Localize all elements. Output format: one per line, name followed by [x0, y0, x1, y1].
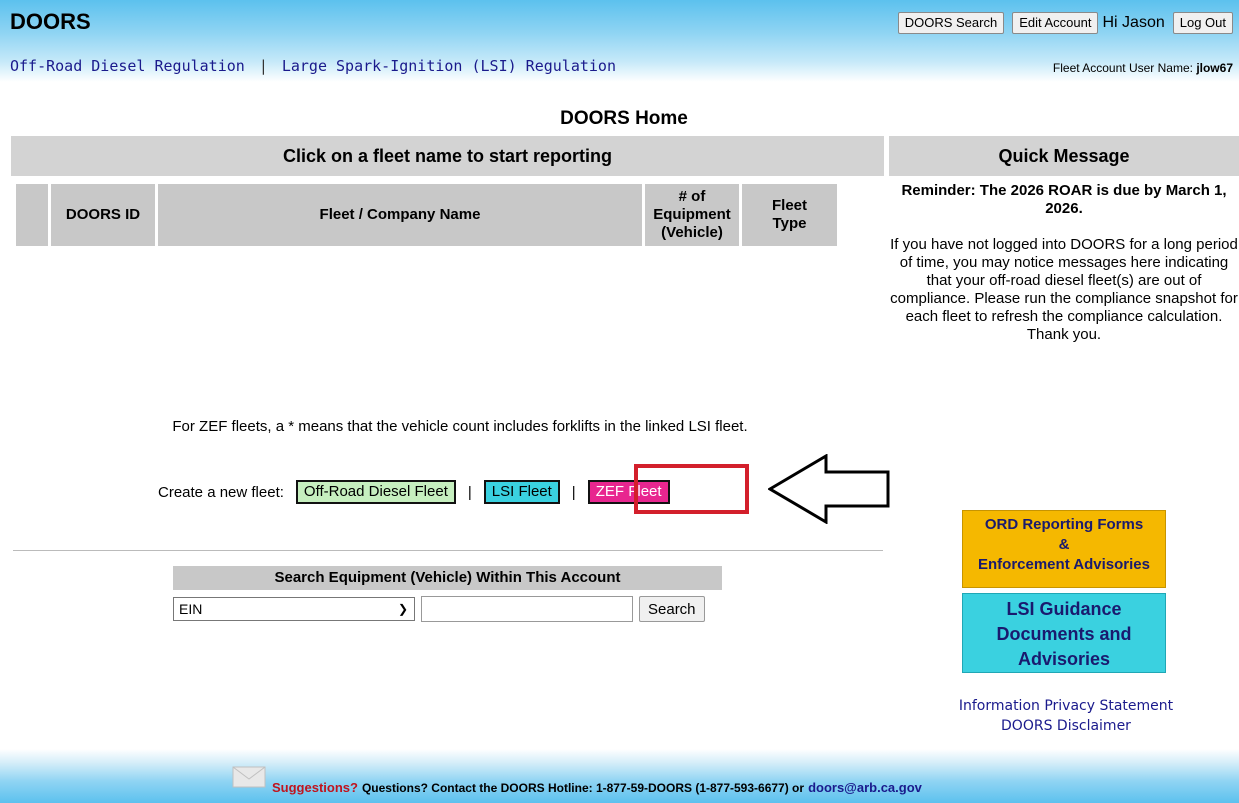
- equipment-count-header-line: (Vehicle): [661, 224, 723, 241]
- lsi-button-line: Documents and: [996, 624, 1132, 644]
- suggestions-link[interactable]: Suggestions?: [272, 780, 358, 795]
- create-fleet-row: Create a new fleet: Off-Road Diesel Flee…: [158, 480, 670, 504]
- fleet-type-header: Fleet Type: [742, 184, 837, 246]
- lsi-button-line: LSI Guidance: [1006, 599, 1122, 619]
- search-button[interactable]: Search: [639, 596, 705, 622]
- ord-button-line: Enforcement Advisories: [978, 556, 1150, 573]
- user-greeting: Hi Jason: [1102, 14, 1165, 31]
- app-logo: DOORS: [10, 9, 91, 34]
- chevron-down-icon: ❯: [397, 602, 408, 616]
- fleet-account-username: Fleet Account User Name: jlow67: [1053, 61, 1233, 75]
- quick-message: Reminder: The 2026 ROAR is due by March …: [889, 182, 1239, 344]
- header-actions: DOORS Search Edit Account Hi Jason Log O…: [890, 12, 1233, 34]
- regulation-nav: Off-Road Diesel Regulation | Large Spark-I…: [10, 57, 616, 75]
- username-label: Fleet Account User Name:: [1052, 61, 1193, 75]
- username-value: jlow67: [1196, 61, 1233, 75]
- fleet-name-header: Fleet / Company Name: [158, 184, 645, 246]
- footer-contact: Suggestions? Questions? Contact the DOOR…: [232, 780, 922, 795]
- equipment-search-row: EIN ❯ Search: [173, 596, 722, 622]
- disclaimer-link[interactable]: DOORS Disclaimer: [889, 716, 1239, 736]
- select-column-header: [16, 184, 51, 246]
- fleet-banner: Click on a fleet name to start reporting: [11, 136, 884, 176]
- fleet-type-header-line: Type: [772, 215, 807, 232]
- create-fleet-label: Create a new fleet:: [158, 483, 284, 501]
- edit-account-button[interactable]: Edit Account: [1012, 12, 1099, 34]
- quick-message-reminder: Reminder: The 2026 ROAR is due by March …: [901, 182, 1227, 217]
- nav-separator: |: [258, 57, 268, 75]
- doors-search-button[interactable]: DOORS Search: [897, 12, 1005, 34]
- zef-highlight-box: [634, 464, 749, 514]
- hotline-text: Questions? Contact the DOORS Hotline: 1-…: [361, 780, 805, 795]
- quick-message-body: If you have not logged into DOORS for a …: [890, 236, 1238, 343]
- privacy-statement-link[interactable]: Information Privacy Statement: [889, 696, 1239, 716]
- lsi-guidance-button[interactable]: LSI Guidance Documents and Advisories: [962, 593, 1166, 673]
- create-separator: |: [571, 483, 576, 501]
- doors-id-header: DOORS ID: [51, 184, 158, 246]
- search-field-selected: EIN: [179, 601, 203, 617]
- page-title: DOORS Home: [560, 108, 688, 129]
- info-links: Information Privacy Statement DOORS Disc…: [889, 696, 1239, 736]
- quick-message-banner: Quick Message: [889, 136, 1239, 176]
- lsi-regulation-link[interactable]: Large Spark-Ignition (LSI) Regulation: [282, 57, 616, 75]
- create-lsi-fleet-button[interactable]: LSI Fleet: [483, 480, 560, 504]
- equipment-count-header: # of Equipment (Vehicle): [645, 184, 742, 246]
- search-input[interactable]: [421, 596, 633, 622]
- fleet-table: DOORS ID Fleet / Company Name # of Equip…: [16, 184, 837, 246]
- equipment-search-heading: Search Equipment (Vehicle) Within This A…: [173, 566, 722, 590]
- create-diesel-fleet-button[interactable]: Off-Road Diesel Fleet: [295, 480, 456, 504]
- ord-reporting-forms-button[interactable]: ORD Reporting Forms & Enforcement Adviso…: [962, 510, 1166, 588]
- ord-button-line: ORD Reporting Forms: [984, 516, 1144, 533]
- logout-button[interactable]: Log Out: [1172, 12, 1233, 34]
- lsi-button-line: Advisories: [1017, 649, 1111, 669]
- zef-note: For ZEF fleets, a * means that the vehic…: [172, 418, 748, 435]
- fleet-table-header-row: DOORS ID Fleet / Company Name # of Equip…: [16, 184, 837, 246]
- pointer-arrow-icon: [768, 454, 890, 524]
- create-separator: |: [467, 483, 472, 501]
- equipment-search-panel: Search Equipment (Vehicle) Within This A…: [173, 566, 722, 622]
- diesel-regulation-link[interactable]: Off-Road Diesel Regulation: [10, 57, 245, 75]
- equipment-count-header-line: # of: [678, 188, 706, 205]
- divider: [13, 550, 883, 551]
- email-link[interactable]: doors@arb.ca.gov: [808, 780, 922, 795]
- fleet-type-header-line: Fleet: [771, 197, 807, 214]
- equipment-count-header-line: Equipment: [653, 206, 731, 223]
- ord-button-line: &: [1058, 536, 1070, 553]
- search-field-select[interactable]: EIN ❯: [173, 597, 415, 621]
